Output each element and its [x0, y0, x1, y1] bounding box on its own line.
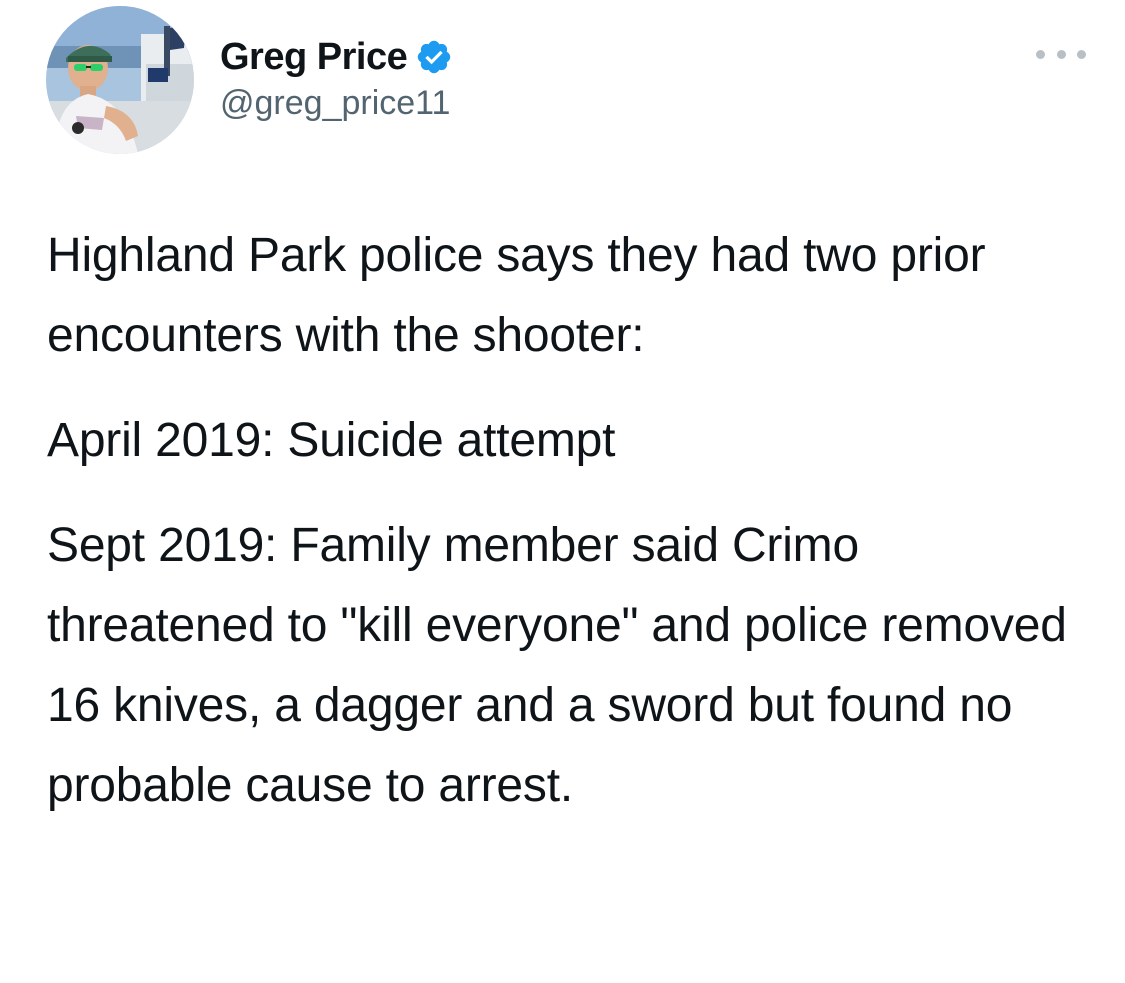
tweet-text: Highland Park police says they had two p… — [47, 216, 1097, 851]
tweet-paragraph: April 2019: Suicide attempt — [47, 414, 616, 467]
author-names: Greg Price @greg_price11 — [220, 32, 453, 123]
author-handle[interactable]: @greg_price11 — [220, 84, 453, 123]
more-dot — [1036, 49, 1045, 59]
more-dot — [1056, 49, 1066, 59]
tweet-paragraph: Sept 2019: Family member said Crimo thre… — [47, 519, 1067, 812]
tweet-card: Greg Price @greg_price11 Highland Park p… — [0, 0, 1125, 983]
more-horizontal-icon[interactable] — [1036, 42, 1086, 66]
tweet-header: Greg Price @greg_price11 — [46, 6, 1086, 156]
avatar[interactable] — [46, 6, 194, 154]
more-dot — [1077, 49, 1086, 59]
display-name[interactable]: Greg Price — [220, 36, 408, 79]
verified-badge-icon — [415, 38, 453, 76]
tweet-paragraph: Highland Park police says they had two p… — [47, 229, 986, 362]
display-name-row: Greg Price — [220, 32, 453, 82]
avatar-photo — [46, 6, 194, 154]
